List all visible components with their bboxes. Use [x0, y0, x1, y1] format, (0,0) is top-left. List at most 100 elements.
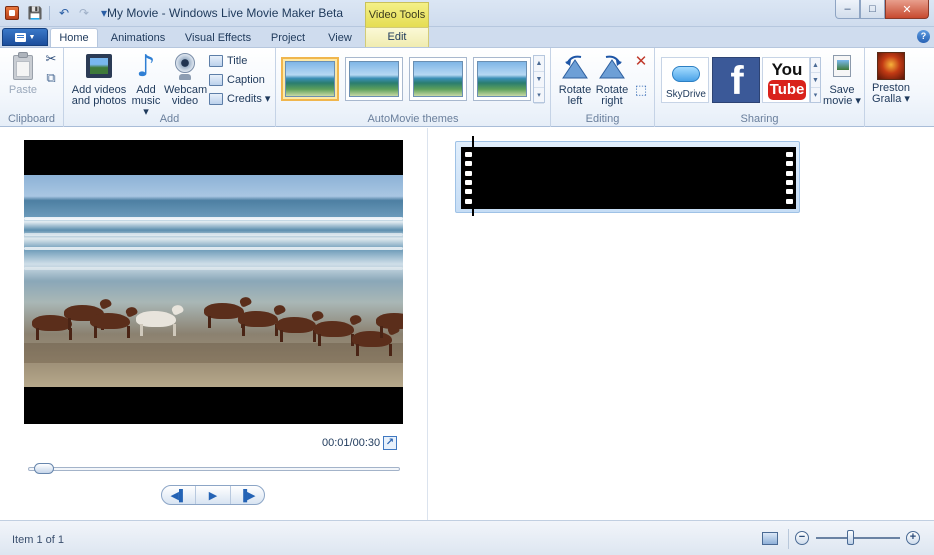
title-icon	[209, 54, 223, 67]
save-movie-label-line2: movie ▾	[823, 95, 861, 107]
tab-animations[interactable]: Animations	[102, 29, 174, 47]
preview-pane: 00:01/00:30 ↗ ◀▌ ▶ ▐▶	[0, 128, 428, 520]
status-item-count: Item 1 of 1	[12, 534, 64, 546]
preview-monitor-icon[interactable]	[762, 532, 778, 545]
caption-button[interactable]: Caption	[209, 71, 265, 88]
tab-project[interactable]: Project	[262, 29, 314, 47]
webcam-icon	[169, 52, 201, 82]
quick-access-toolbar: 💾 ↶ ↷ ▾	[26, 5, 113, 21]
tab-home[interactable]: Home	[50, 28, 98, 48]
paste-icon	[7, 52, 39, 82]
seek-bar[interactable]	[28, 467, 400, 471]
fullscreen-icon[interactable]: ↗	[383, 436, 397, 450]
add-group-label: Add	[159, 113, 180, 125]
clipboard-group: Paste ✂ ⧉ Clipboard	[0, 48, 64, 127]
clipboard-group-label: Clipboard	[7, 113, 56, 125]
transport-controls: ◀▌ ▶ ▐▶	[161, 485, 265, 505]
select-all-icon[interactable]: ⬚	[633, 83, 649, 96]
theme-thumbnail[interactable]	[281, 57, 339, 101]
add-videos-and-photos-button[interactable]: Add videos and photos	[70, 52, 128, 107]
theme-thumbnail[interactable]	[345, 57, 403, 101]
paste-label: Paste	[8, 84, 38, 96]
youtube-you-label: You	[771, 60, 803, 79]
redo-icon[interactable]: ↷	[75, 5, 93, 21]
theme-thumbnail[interactable]	[473, 57, 531, 101]
credits-icon	[209, 92, 223, 105]
zoom-slider-thumb[interactable]	[847, 530, 854, 545]
save-movie-button[interactable]: Save movie ▾	[823, 52, 861, 107]
youtube-button[interactable]: You Tube	[762, 57, 810, 103]
title-label: Title	[227, 54, 248, 67]
ribbon: Paste ✂ ⧉ Clipboard Add videos and photo…	[0, 47, 934, 127]
add-music-button[interactable]: ♪ Add music ▾	[128, 52, 164, 118]
account-group: Preston Gralla ▾	[865, 48, 917, 127]
zoom-slider-track[interactable]	[816, 537, 900, 539]
tab-visual-effects[interactable]: Visual Effects	[180, 29, 256, 47]
credits-button[interactable]: Credits ▾	[209, 90, 270, 107]
webcam-video-button[interactable]: Webcam video	[164, 52, 207, 107]
video-frame	[24, 175, 403, 387]
avatar	[877, 52, 905, 80]
status-bar: Item 1 of 1 − +	[0, 520, 934, 555]
rotate-right-icon	[596, 52, 628, 82]
paste-button[interactable]: Paste	[6, 52, 40, 96]
sharing-up-icon[interactable]: ▲	[811, 58, 820, 73]
dropdown-arrow-icon: ▼	[28, 33, 36, 41]
previous-frame-button[interactable]: ◀▌	[162, 486, 197, 504]
caption-label: Caption	[227, 73, 265, 86]
application-menu-button[interactable]: ▼	[2, 28, 48, 46]
qat-separator	[49, 6, 50, 20]
gallery-more-icon[interactable]: ▾	[534, 88, 544, 104]
storyboard-pane	[429, 128, 934, 520]
film-icon	[83, 52, 115, 82]
status-separator	[788, 529, 789, 549]
tab-view[interactable]: View	[320, 29, 360, 47]
sharing-group: SkyDrive f You Tube ▲ ▼ ▾ Save movie ▾ S…	[655, 48, 865, 127]
account-name-line2: Gralla ▾	[872, 93, 910, 105]
rotate-right-button[interactable]: Rotate right	[594, 52, 630, 107]
next-frame-button[interactable]: ▐▶	[231, 486, 264, 504]
gallery-down-icon[interactable]: ▼	[534, 72, 544, 88]
remove-icon[interactable]: ✕	[633, 54, 649, 69]
sharing-group-label: Sharing	[740, 113, 779, 125]
editing-group: Rotate left Rotate right ✕ ⬚ Editing	[551, 48, 655, 127]
save-icon[interactable]: 💾	[26, 5, 44, 21]
close-button[interactable]: ✕	[885, 0, 929, 19]
theme-thumbnail[interactable]	[409, 57, 467, 101]
sharing-down-icon[interactable]: ▼	[811, 73, 820, 88]
app-icon[interactable]	[5, 6, 19, 20]
account-button[interactable]: Preston Gralla ▾	[867, 52, 915, 105]
zoom-in-icon[interactable]: +	[906, 531, 920, 545]
cut-icon[interactable]: ✂	[44, 52, 58, 65]
themes-gallery-scroll: ▲ ▼ ▾	[533, 55, 545, 104]
facebook-button[interactable]: f	[712, 57, 760, 103]
gallery-up-icon[interactable]: ▲	[534, 56, 544, 72]
webcam-label-line2: video	[171, 95, 199, 107]
maximize-button[interactable]: □	[860, 0, 885, 19]
help-icon[interactable]: ?	[917, 30, 930, 43]
video-tools-context-header: Video Tools	[365, 2, 429, 28]
editing-group-label: Editing	[585, 113, 620, 125]
video-preview[interactable]	[24, 140, 403, 424]
skydrive-label: SkyDrive	[665, 89, 706, 100]
skydrive-button[interactable]: SkyDrive	[661, 57, 709, 103]
tab-edit[interactable]: Edit	[365, 27, 429, 47]
rotate-left-button[interactable]: Rotate left	[557, 52, 593, 107]
copy-icon[interactable]: ⧉	[44, 71, 58, 84]
undo-icon[interactable]: ↶	[55, 5, 73, 21]
music-note-icon: ♪	[136, 49, 156, 84]
ribbon-tabs: ▼ Home Animations Visual Effects Project…	[0, 27, 934, 48]
automovie-themes-group-label: AutoMovie themes	[367, 113, 459, 125]
clip-filmstrip	[461, 147, 796, 209]
play-button[interactable]: ▶	[196, 486, 231, 504]
credits-label: Credits ▾	[227, 93, 271, 105]
youtube-tube-label: Tube	[768, 80, 806, 100]
add-videos-label-line2: and photos	[71, 95, 127, 107]
sharing-more-icon[interactable]: ▾	[811, 88, 820, 102]
title-button[interactable]: Title	[209, 52, 247, 69]
storyboard-clip[interactable]	[455, 141, 800, 213]
playhead[interactable]	[472, 136, 474, 216]
seek-thumb[interactable]	[34, 463, 54, 474]
minimize-button[interactable]: –	[835, 0, 860, 19]
zoom-out-icon[interactable]: −	[795, 531, 809, 545]
